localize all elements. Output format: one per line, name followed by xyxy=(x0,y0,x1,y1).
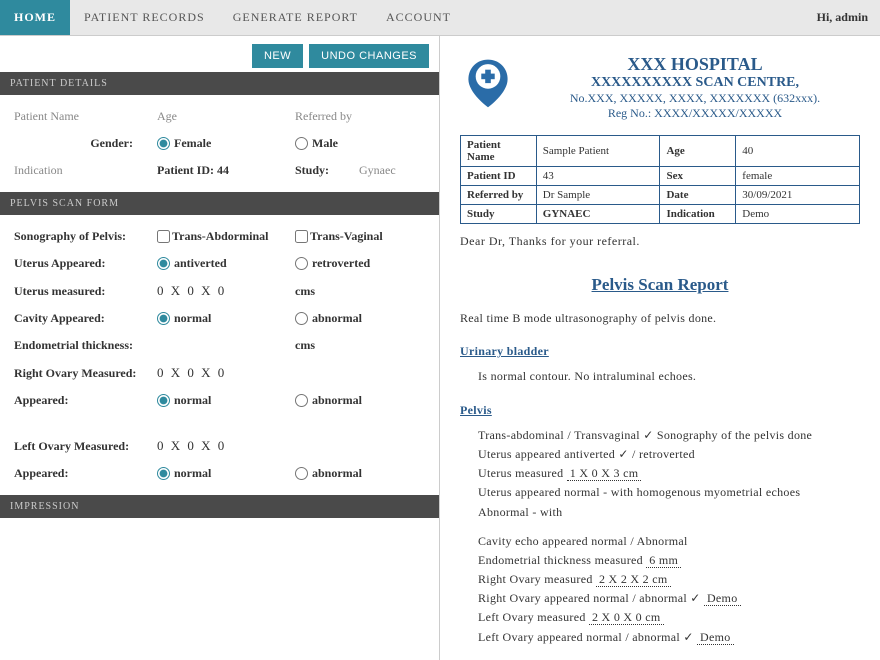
right-appeared-label: Appeared: xyxy=(14,393,149,408)
report-intro: Real time B mode ultrasonography of pelv… xyxy=(460,309,860,328)
pelvis-l8: Right Ovary measured 2 X 2 X 2 cm xyxy=(478,570,860,589)
gender-label: Gender: xyxy=(14,136,149,151)
new-button[interactable]: NEW xyxy=(252,44,303,68)
left-panel: NEW UNDO CHANGES PATIENT DETAILS Patient… xyxy=(0,36,440,660)
referral-line: Dear Dr, Thanks for your referral. xyxy=(460,234,860,249)
left-normal-label: normal xyxy=(174,466,211,481)
uterus-measured-unit: cms xyxy=(295,284,425,299)
undo-button[interactable]: UNDO CHANGES xyxy=(309,44,429,68)
age-label: Age xyxy=(157,109,287,124)
gender-male-label: Male xyxy=(312,136,338,151)
cavity-normal-radio[interactable] xyxy=(157,312,170,325)
right-normal-label: normal xyxy=(174,393,211,408)
tbl-ind-val: Demo xyxy=(736,205,860,224)
scan-centre-name: XXXXXXXXXX SCAN CENTRE, xyxy=(530,75,860,91)
antiverted-label: antiverted xyxy=(174,256,227,271)
pelvis-l3: Uterus measured 1 X 0 X 3 cm xyxy=(478,464,860,483)
tbl-id-lbl: Patient ID xyxy=(461,167,537,186)
pelvis-l9: Right Ovary appeared normal / abnormal ✓… xyxy=(478,589,860,608)
right-normal-radio[interactable] xyxy=(157,394,170,407)
tbl-ind-lbl: Indication xyxy=(660,205,736,224)
tbl-name-lbl: Patient Name xyxy=(461,136,537,167)
reg-no: Reg No.: XXXX/XXXXX/XXXXX xyxy=(530,106,860,121)
retroverted-radio[interactable] xyxy=(295,257,308,270)
nav-home[interactable]: HOME xyxy=(0,0,70,35)
trans-abdominal-label: Trans-Abdorminal xyxy=(172,229,268,244)
hospital-address: No.XXX, XXXXX, XXXX, XXXXXXX (632xxx). xyxy=(530,91,860,106)
pelvis-l2: Uterus appeared antiverted ✓ / retrovert… xyxy=(478,445,860,464)
hospital-name: XXX HOSPITAL xyxy=(530,54,860,75)
left-abnormal-radio[interactable] xyxy=(295,467,308,480)
trans-vaginal-label: Trans-Vaginal xyxy=(310,229,383,244)
sonography-label: Sonography of Pelvis: xyxy=(14,229,149,244)
pelvis-l6: Cavity echo appeared normal / Abnormal xyxy=(478,532,860,551)
indication-label: Indication xyxy=(14,163,149,178)
section-impression: IMPRESSION xyxy=(0,495,439,518)
trans-abdominal-checkbox[interactable] xyxy=(157,230,170,243)
cavity-abnormal-radio[interactable] xyxy=(295,312,308,325)
pelvis-l1: Trans-abdominal / Transvaginal ✓ Sonogra… xyxy=(478,426,860,445)
study-label: Study: xyxy=(295,163,329,178)
study-value: Gynaec xyxy=(359,163,396,178)
section-pelvis-scan: PELVIS SCAN FORM xyxy=(0,192,439,215)
tbl-study-val: GYNAEC xyxy=(536,205,660,224)
pelvis-l7: Endometrial thickness measured 6 mm xyxy=(478,551,860,570)
left-ovary-value[interactable]: 0 X 0 X 0 xyxy=(157,438,287,454)
gender-male-radio[interactable] xyxy=(295,137,308,150)
antiverted-radio[interactable] xyxy=(157,257,170,270)
left-ovary-label: Left Ovary Measured: xyxy=(14,439,149,454)
nav-patient-records[interactable]: PATIENT RECORDS xyxy=(70,0,219,35)
uterus-measured-value[interactable]: 0 X 0 X 0 xyxy=(157,283,287,299)
nav-generate-report[interactable]: GENERATE REPORT xyxy=(219,0,372,35)
left-appeared-label: Appeared: xyxy=(14,466,149,481)
right-abnormal-radio[interactable] xyxy=(295,394,308,407)
tbl-date-lbl: Date xyxy=(660,186,736,205)
report-panel: XXX HOSPITAL XXXXXXXXXX SCAN CENTRE, No.… xyxy=(440,36,880,660)
greeting-label: Hi, admin xyxy=(817,10,868,25)
hospital-logo-icon xyxy=(460,54,516,110)
left-abnormal-label: abnormal xyxy=(312,466,362,481)
bladder-title: Urinary bladder xyxy=(460,342,860,361)
tbl-id-val: 43 xyxy=(536,167,660,186)
cavity-normal-label: normal xyxy=(174,311,211,326)
gender-female-label: Female xyxy=(174,136,211,151)
pelvis-l5: Abnormal - with xyxy=(478,503,860,522)
tbl-ref-val: Dr Sample xyxy=(536,186,660,205)
right-ovary-label: Right Ovary Measured: xyxy=(14,366,149,381)
tbl-ref-lbl: Referred by xyxy=(461,186,537,205)
right-abnormal-label: abnormal xyxy=(312,393,362,408)
tbl-name-val: Sample Patient xyxy=(536,136,660,167)
nav-account[interactable]: ACCOUNT xyxy=(372,0,465,35)
pelvis-l4: Uterus appeared normal - with homogenous… xyxy=(478,483,860,502)
report-title: Pelvis Scan Report xyxy=(460,275,860,295)
trans-vaginal-checkbox[interactable] xyxy=(295,230,308,243)
patient-id-label: Patient ID: 44 xyxy=(157,163,287,178)
uterus-measured-label: Uterus measured: xyxy=(14,284,149,299)
retroverted-label: retroverted xyxy=(312,256,370,271)
uterus-appeared-label: Uterus Appeared: xyxy=(14,256,149,271)
tbl-study-lbl: Study xyxy=(461,205,537,224)
patient-name-label: Patient Name xyxy=(14,109,149,124)
tbl-age-lbl: Age xyxy=(660,136,736,167)
section-patient-details: PATIENT DETAILS xyxy=(0,72,439,95)
topbar: HOME PATIENT RECORDS GENERATE REPORT ACC… xyxy=(0,0,880,36)
pelvis-l11: Left Ovary appeared normal / abnormal ✓ … xyxy=(478,628,860,647)
right-ovary-value[interactable]: 0 X 0 X 0 xyxy=(157,365,287,381)
tbl-age-val: 40 xyxy=(736,136,860,167)
endometrial-label: Endometrial thickness: xyxy=(14,338,149,353)
pelvis-l10: Left Ovary measured 2 X 0 X 0 cm xyxy=(478,608,860,627)
gender-female-radio[interactable] xyxy=(157,137,170,150)
left-normal-radio[interactable] xyxy=(157,467,170,480)
referred-by-label: Referred by xyxy=(295,109,425,124)
bladder-text: Is normal contour. No intraluminal echoe… xyxy=(478,367,860,386)
tbl-sex-val: female xyxy=(736,167,860,186)
cavity-abnormal-label: abnormal xyxy=(312,311,362,326)
patient-info-table: Patient Name Sample Patient Age 40 Patie… xyxy=(460,135,860,224)
cavity-appeared-label: Cavity Appeared: xyxy=(14,311,149,326)
endometrial-unit: cms xyxy=(295,338,425,353)
tbl-sex-lbl: Sex xyxy=(660,167,736,186)
pelvis-title: Pelvis xyxy=(460,401,860,420)
tbl-date-val: 30/09/2021 xyxy=(736,186,860,205)
